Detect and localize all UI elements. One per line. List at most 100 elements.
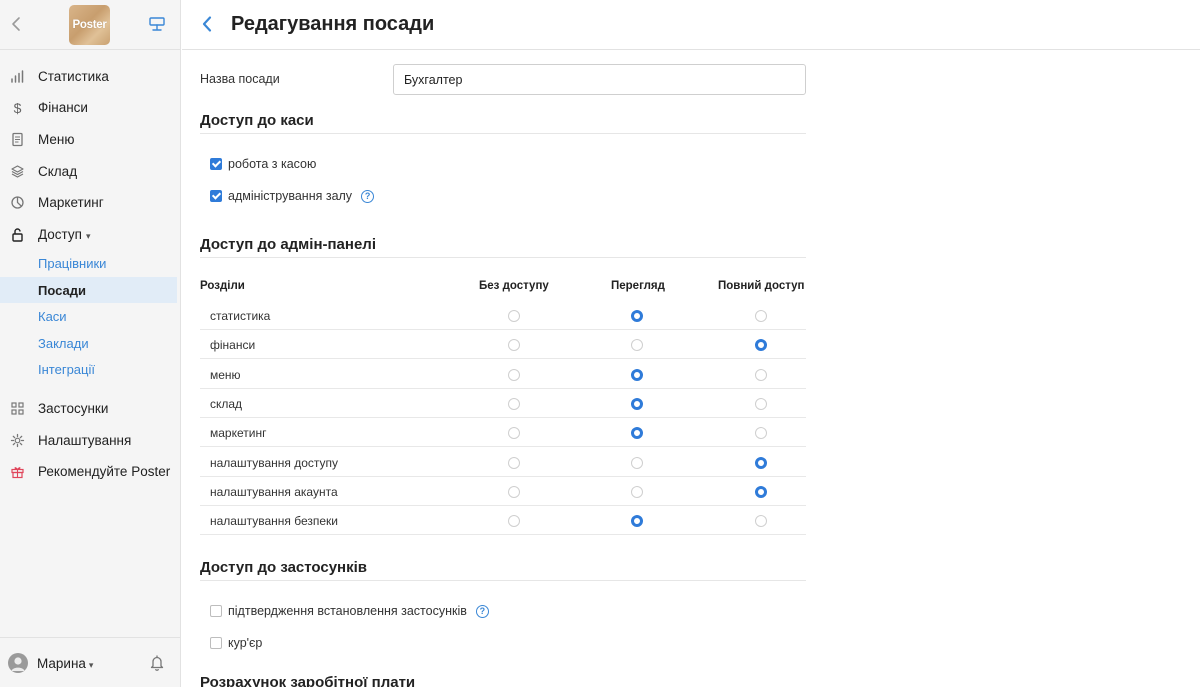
full-access-radio[interactable] [755, 427, 767, 440]
cash-work-checkbox[interactable] [210, 158, 222, 170]
sidebar: Poster Статистика $ Фінанси Меню Склад М… [0, 0, 181, 687]
full-access-radio[interactable] [755, 397, 767, 410]
sidebar-item-marketing[interactable]: Маркетинг [0, 188, 181, 216]
sidebar-item-label: Налаштування [38, 432, 132, 448]
view-radio[interactable] [631, 397, 643, 410]
sidebar-subitem-label: Працівники [38, 255, 107, 271]
salary-title: Розрахунок заробітної плати [200, 674, 416, 687]
view-radio[interactable] [631, 485, 643, 498]
full-access-radio[interactable] [755, 515, 767, 528]
sidebar-item-label: Доступ ▾ [38, 227, 90, 242]
cash-work-option: робота з касою [210, 156, 316, 172]
sidebar-item-finance[interactable]: $ Фінанси [0, 93, 181, 121]
user-name: Марина [37, 656, 86, 671]
no-access-radio[interactable] [508, 368, 520, 381]
apps-access-title: Доступ до застосунків [200, 559, 368, 576]
bell-icon[interactable] [149, 654, 165, 672]
layers-icon [11, 164, 24, 178]
page-title: Редагування посади [231, 13, 435, 35]
sidebar-item-statistics[interactable]: Статистика [0, 62, 181, 90]
no-access-radio[interactable] [508, 339, 520, 352]
sidebar-item-text: Доступ [38, 226, 82, 242]
sidebar-item-label: Застосунки [38, 400, 109, 416]
sidebar-item-label: Меню [38, 131, 75, 147]
section-name: склад [210, 396, 243, 411]
sidebar-item-access[interactable]: Доступ ▾ [0, 220, 181, 248]
avatar[interactable] [8, 653, 28, 673]
terminal-icon[interactable] [148, 15, 166, 33]
chevron-down-icon: ▾ [85, 230, 91, 241]
full-access-radio[interactable] [755, 368, 767, 381]
sidebar-item-label: Рекомендуйте Poster [38, 463, 171, 479]
page-header: Редагування посади [182, 0, 1200, 50]
view-radio[interactable] [631, 427, 643, 440]
poster-logo[interactable]: Poster [69, 5, 110, 45]
document-icon [12, 132, 23, 146]
sidebar-subitem-label: Інтеграції [38, 361, 95, 377]
user-menu[interactable]: Марина ▾ [37, 656, 93, 671]
app-install-confirm-label: підтвердження встановлення застосунків [228, 604, 467, 618]
table-row: фінанси [200, 330, 806, 360]
section-name: маркетинг [210, 426, 267, 441]
cash-access-title: Доступ до каси [200, 112, 314, 129]
sidebar-subitem-registers[interactable]: Каси [0, 303, 177, 329]
table-row: маркетинг [200, 418, 806, 448]
sidebar-item-settings[interactable]: Налаштування [0, 426, 181, 454]
sidebar-subitem-label: Заклади [38, 335, 89, 351]
hall-admin-checkbox[interactable] [210, 190, 222, 202]
section-name: статистика [210, 309, 271, 323]
no-access-radio[interactable] [508, 456, 520, 469]
view-radio[interactable] [631, 515, 643, 528]
no-access-radio[interactable] [508, 310, 520, 322]
chevron-left-icon[interactable] [9, 14, 23, 34]
full-access-radio[interactable] [755, 310, 767, 322]
back-chevron-icon[interactable] [200, 14, 214, 34]
sidebar-item-label: Статистика [38, 68, 109, 84]
view-radio[interactable] [631, 310, 643, 322]
section-name: меню [210, 367, 241, 382]
full-access-radio[interactable] [755, 485, 767, 498]
sidebar-item-recommend[interactable]: Рекомендуйте Poster [0, 457, 181, 485]
sidebar-item-label: Маркетинг [38, 194, 104, 210]
table-row: склад [200, 389, 806, 418]
courier-checkbox[interactable] [210, 637, 222, 649]
view-radio[interactable] [631, 339, 643, 352]
sidebar-subitem-employees[interactable]: Працівники [0, 250, 177, 276]
app-install-confirm-checkbox[interactable] [210, 605, 222, 617]
help-icon[interactable]: ? [361, 189, 375, 203]
view-radio[interactable] [631, 456, 643, 469]
bar-chart-icon [11, 69, 24, 83]
sidebar-item-warehouse[interactable]: Склад [0, 157, 181, 185]
section-name: фінанси [210, 338, 256, 353]
table-row: налаштування акаунта [200, 477, 806, 506]
divider [200, 257, 806, 258]
app-install-confirm-option: підтвердження встановлення застосунків ? [210, 603, 489, 619]
user-icon [11, 657, 25, 671]
sidebar-header: Poster [0, 0, 180, 50]
column-header-full-access: Повний доступ [718, 280, 805, 292]
no-access-radio[interactable] [508, 485, 520, 498]
help-icon[interactable]: ? [475, 604, 489, 618]
sidebar-subitem-venues[interactable]: Заклади [0, 330, 177, 356]
sidebar-item-menu[interactable]: Меню [0, 125, 181, 153]
column-header-view: Перегляд [611, 280, 665, 292]
sidebar-item-label: Склад [38, 163, 78, 179]
pie-icon [11, 195, 24, 209]
full-access-radio[interactable] [755, 456, 767, 469]
no-access-radio[interactable] [508, 397, 520, 410]
sidebar-item-apps[interactable]: Застосунки [0, 394, 181, 422]
position-name-input[interactable] [393, 64, 806, 95]
divider [200, 580, 806, 581]
grid-icon [11, 401, 24, 415]
view-radio[interactable] [631, 368, 643, 381]
no-access-radio[interactable] [508, 515, 520, 528]
sidebar-subitem-positions[interactable]: Посади [0, 277, 177, 303]
logo-text: Poster [72, 19, 107, 31]
no-access-radio[interactable] [508, 427, 520, 440]
section-name: налаштування безпеки [210, 514, 339, 529]
sidebar-subitem-integrations[interactable]: Інтеграції [0, 356, 177, 382]
sidebar-subitem-label: Каси [38, 308, 67, 324]
column-header-sections: Розділи [200, 280, 245, 292]
sidebar-subitem-label: Посади [38, 282, 86, 298]
full-access-radio[interactable] [755, 339, 767, 352]
